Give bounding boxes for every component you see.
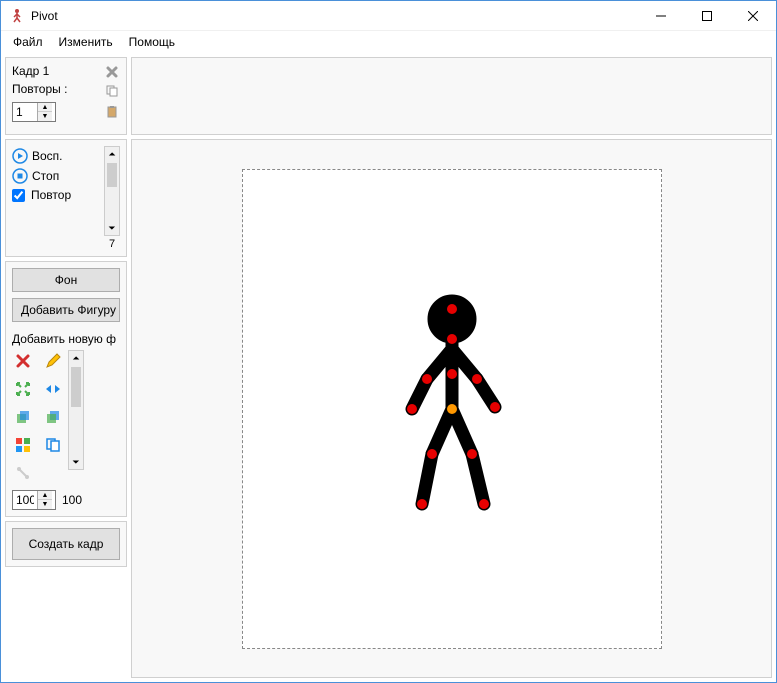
content-area: Кадр 1 Повторы : ▲ ▼	[1, 53, 776, 682]
flip-icon[interactable]	[42, 378, 64, 400]
create-frame-button[interactable]: Создать кадр	[12, 528, 120, 560]
canvas-area	[131, 139, 772, 678]
top-row: Кадр 1 Повторы : ▲ ▼	[5, 57, 772, 135]
repeat-input[interactable]	[13, 104, 37, 120]
delete-icon[interactable]	[12, 350, 34, 372]
add-new-label: Добавить новую ф	[12, 332, 120, 346]
stop-label: Стоп	[32, 169, 59, 183]
repeat-label: Повторы :	[12, 82, 67, 96]
paste-icon[interactable]	[104, 104, 120, 120]
playback-panel: Восп. Стоп Повтор	[5, 139, 127, 257]
scale-display: 100	[62, 493, 82, 507]
add-figure-button[interactable]: Добавить Фигуру	[12, 298, 120, 322]
repeat-spinner[interactable]: ▲ ▼	[12, 102, 56, 122]
pencil-icon[interactable]	[42, 350, 64, 372]
stick-figure[interactable]	[382, 294, 522, 524]
frame-label: Кадр 1	[12, 64, 67, 78]
duplicate-icon[interactable]	[42, 434, 64, 456]
tool-scroll-down[interactable]: ⏷	[72, 455, 79, 469]
center-icon[interactable]	[12, 378, 34, 400]
menu-help[interactable]: Помощь	[121, 32, 183, 52]
tool-scroll-thumb[interactable]	[71, 367, 81, 407]
tool-scroll-up[interactable]: ⏶	[72, 351, 79, 365]
menubar: Файл Изменить Помощь	[1, 31, 776, 53]
window-controls	[638, 1, 776, 30]
left-column: Восп. Стоп Повтор	[5, 139, 127, 678]
minimize-button[interactable]	[638, 1, 684, 30]
stop-button[interactable]: Стоп	[12, 166, 102, 186]
maximize-button[interactable]	[684, 1, 730, 30]
loop-label: Повтор	[31, 188, 71, 202]
timeline-panel[interactable]	[131, 57, 772, 135]
background-button[interactable]: Фон	[12, 268, 120, 292]
join-icon[interactable]	[12, 462, 34, 484]
frame-panel: Кадр 1 Повторы : ▲ ▼	[5, 57, 127, 135]
create-frame-panel: Создать кадр	[5, 521, 127, 567]
scroll-thumb[interactable]	[107, 163, 117, 187]
speed-value: 7	[104, 238, 120, 250]
scale-up[interactable]: ▲	[38, 491, 52, 500]
play-button[interactable]: Восп.	[12, 146, 102, 166]
loop-checkbox-row[interactable]: Повтор	[12, 186, 102, 204]
copy-icon[interactable]	[104, 83, 120, 99]
window-title: Pivot	[31, 9, 638, 23]
lower-icon[interactable]	[42, 406, 64, 428]
scroll-up[interactable]: ⏶	[108, 147, 115, 161]
spinner-down[interactable]: ▼	[38, 112, 52, 121]
tool-scrollbar[interactable]: ⏶ ⏷	[68, 350, 84, 470]
delete-frame-icon[interactable]	[104, 64, 120, 80]
play-label: Восп.	[32, 149, 63, 163]
canvas[interactable]	[242, 169, 662, 649]
scroll-down[interactable]: ⏷	[108, 221, 115, 235]
color-icon[interactable]	[12, 434, 34, 456]
app-icon	[9, 8, 25, 24]
menu-edit[interactable]: Изменить	[51, 32, 121, 52]
tools-panel: Фон Добавить Фигуру Добавить новую ф	[5, 261, 127, 517]
scale-down[interactable]: ▼	[38, 500, 52, 509]
close-button[interactable]	[730, 1, 776, 30]
scale-spinner[interactable]: ▲ ▼	[12, 490, 56, 510]
menu-file[interactable]: Файл	[5, 32, 51, 52]
scale-input[interactable]	[13, 492, 37, 508]
spinner-up[interactable]: ▲	[38, 103, 52, 112]
loop-checkbox[interactable]	[12, 189, 25, 202]
speed-scrollbar[interactable]: ⏶ ⏷	[104, 146, 120, 236]
app-window: Pivot Файл Изменить Помощь Кадр 1 Повтор…	[0, 0, 777, 683]
raise-icon[interactable]	[12, 406, 34, 428]
titlebar: Pivot	[1, 1, 776, 31]
